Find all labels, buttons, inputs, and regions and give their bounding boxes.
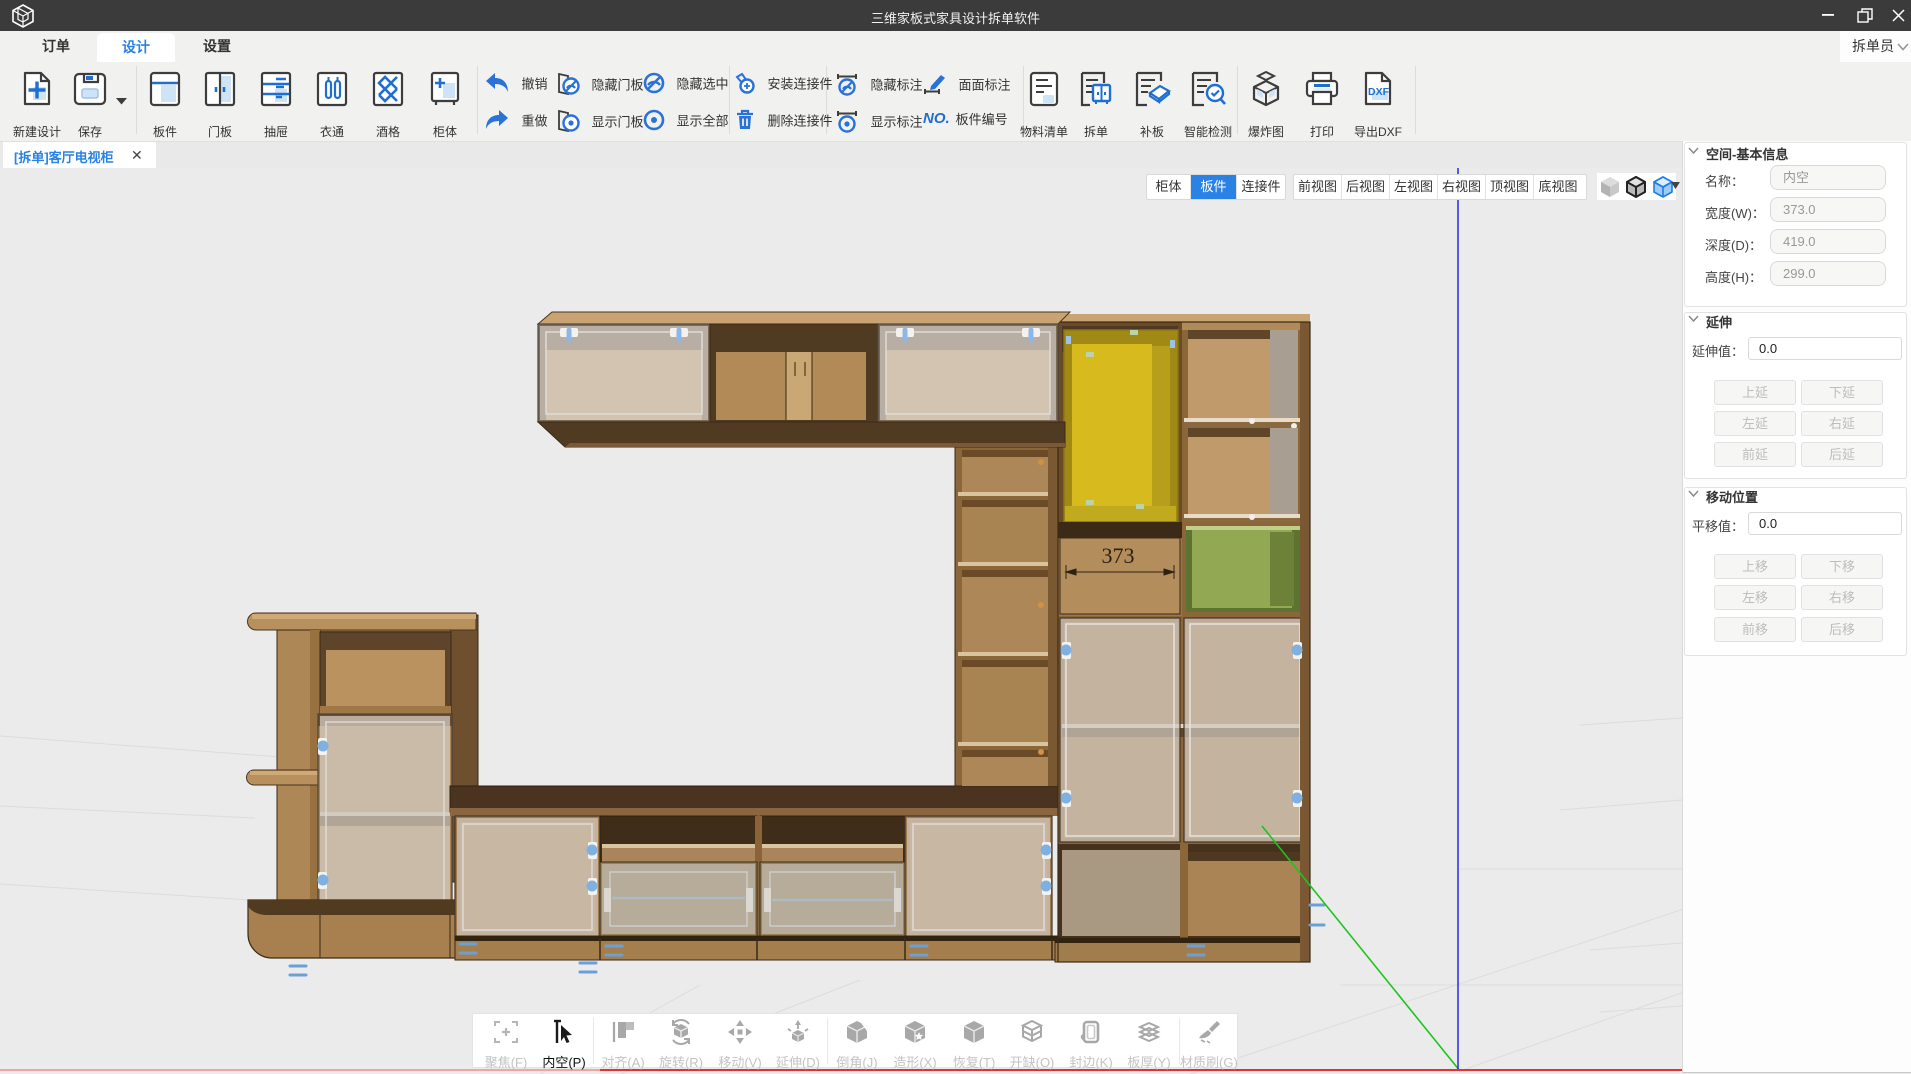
svg-text:373: 373 bbox=[1102, 543, 1135, 568]
svg-text:DXF: DXF bbox=[1368, 86, 1390, 98]
